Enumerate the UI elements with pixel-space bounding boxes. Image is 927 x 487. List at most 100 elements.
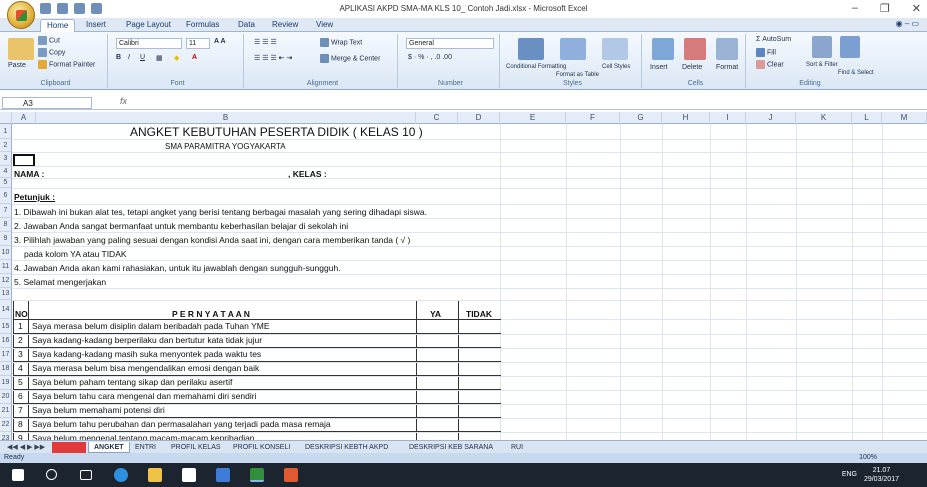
sheet-tab-deskripsi-kebth[interactable]: DESKRIPSI KEBTH AKPD xyxy=(300,442,393,453)
row-header[interactable]: 21 xyxy=(0,404,12,418)
clear-button[interactable]: Clear xyxy=(756,60,784,69)
align-top-icon[interactable]: ☰ ☰ ☰ xyxy=(254,38,277,46)
format-button[interactable]: Format xyxy=(716,64,738,71)
tab-data[interactable]: Data xyxy=(232,19,261,32)
row-header[interactable]: 8 xyxy=(0,218,12,232)
row-header[interactable]: 4 xyxy=(0,166,12,178)
answer-cell-ya[interactable] xyxy=(417,432,458,440)
column-header[interactable]: G xyxy=(620,112,662,124)
fx-icon[interactable]: fx xyxy=(120,96,127,106)
autosum-button[interactable]: Σ AutoSum xyxy=(756,36,791,43)
photos-icon[interactable] xyxy=(216,468,230,482)
column-header[interactable]: I xyxy=(710,112,746,124)
answer-cell-tidak[interactable] xyxy=(459,376,500,389)
column-header[interactable]: E xyxy=(500,112,566,124)
row-header[interactable]: 14 xyxy=(0,300,12,319)
column-header[interactable]: F xyxy=(566,112,620,124)
format-table-icon[interactable] xyxy=(560,38,586,60)
sheet-nav-arrows[interactable]: ◀◀ ◀ ▶ ▶▶ xyxy=(2,442,50,453)
row-header[interactable]: 15 xyxy=(0,319,12,334)
delete-cells-icon[interactable] xyxy=(684,38,706,60)
sort-filter-button[interactable]: Sort & Filter xyxy=(806,62,838,68)
sheet-tab-red[interactable] xyxy=(52,442,86,453)
answer-cell-tidak[interactable] xyxy=(459,334,500,347)
sheet-tab-profil-konseli[interactable]: PROFIL KONSELI xyxy=(228,442,295,453)
number-format-select[interactable]: General xyxy=(406,38,494,49)
row-header[interactable]: 10 xyxy=(0,246,12,260)
find-select-button[interactable]: Find & Select xyxy=(838,70,874,76)
delete-button[interactable]: Delete xyxy=(682,64,702,71)
select-all-corner[interactable] xyxy=(0,112,12,124)
cell-styles-icon[interactable] xyxy=(602,38,628,60)
answer-cell-ya[interactable] xyxy=(417,362,458,375)
merge-center-button[interactable]: Merge & Center xyxy=(320,54,380,63)
search-icon[interactable] xyxy=(46,469,57,480)
answer-cell-ya[interactable] xyxy=(417,376,458,389)
tab-home[interactable]: Home xyxy=(40,19,76,32)
edge-icon[interactable] xyxy=(114,468,128,482)
font-color-icon[interactable]: A xyxy=(192,54,197,61)
sheet-tab-entri[interactable]: ENTRI xyxy=(130,442,161,453)
format-painter-button[interactable]: Format Painter xyxy=(38,60,95,69)
column-header[interactable]: H xyxy=(662,112,710,124)
sheet-tab-deskripsi-sarana[interactable]: DESKRIPSI KEB SARANA xyxy=(404,442,498,453)
column-header[interactable]: K xyxy=(796,112,852,124)
find-icon[interactable] xyxy=(840,36,860,58)
italic-button[interactable]: I xyxy=(128,54,130,61)
format-cells-icon[interactable] xyxy=(716,38,738,60)
answer-cell-tidak[interactable] xyxy=(459,320,500,333)
row-header[interactable]: 23 xyxy=(0,432,12,440)
sheet-tab-profil-kelas[interactable]: PROFIL KELAS xyxy=(166,442,226,453)
zoom-level[interactable]: 100% xyxy=(859,453,877,463)
row-header[interactable]: 3 xyxy=(0,152,12,166)
paste-icon[interactable] xyxy=(8,38,34,60)
answer-cell-tidak[interactable] xyxy=(459,348,500,361)
answer-cell-tidak[interactable] xyxy=(459,418,500,431)
column-header[interactable]: A xyxy=(12,112,36,124)
font-name-select[interactable]: Calibri xyxy=(116,38,182,49)
excel-icon[interactable] xyxy=(250,468,264,482)
insert-button[interactable]: Insert xyxy=(650,64,668,71)
answer-cell-tidak[interactable] xyxy=(459,362,500,375)
fill-button[interactable]: Fill xyxy=(756,48,776,57)
column-header[interactable]: J xyxy=(746,112,796,124)
cell-styles-button[interactable]: Cell Styles xyxy=(602,64,630,70)
answer-cell-ya[interactable] xyxy=(417,334,458,347)
sort-filter-icon[interactable] xyxy=(812,36,832,58)
clock[interactable]: 21.07 29/03/2017 xyxy=(864,466,899,484)
currency-icon[interactable]: $ · % · , .0 .00 xyxy=(408,54,452,61)
sheet-tab-angket[interactable]: ANGKET xyxy=(88,442,130,453)
answer-cell-ya[interactable] xyxy=(417,348,458,361)
language-indicator[interactable]: ENG xyxy=(842,471,857,478)
answer-cell-tidak[interactable] xyxy=(459,404,500,417)
row-header[interactable]: 20 xyxy=(0,390,12,404)
row-header[interactable]: 11 xyxy=(0,260,12,274)
tab-review[interactable]: Review xyxy=(266,19,304,32)
help-icon[interactable]: ◉ – ▭ xyxy=(896,19,919,28)
windows-start-icon[interactable] xyxy=(12,469,24,481)
conditional-formatting-button[interactable]: Conditional Formatting xyxy=(506,64,566,70)
row-header[interactable]: 17 xyxy=(0,348,12,362)
minimize-button[interactable]: – xyxy=(852,2,858,15)
tab-formulas[interactable]: Formulas xyxy=(180,19,225,32)
office-button[interactable] xyxy=(7,1,35,29)
grow-font-button[interactable]: A A xyxy=(214,38,226,45)
borders-icon[interactable]: ▦ xyxy=(156,54,163,62)
row-header[interactable]: 12 xyxy=(0,274,12,288)
row-header[interactable]: 6 xyxy=(0,188,12,204)
row-header[interactable]: 22 xyxy=(0,418,12,432)
store-icon[interactable] xyxy=(182,468,196,482)
row-header[interactable]: 1 xyxy=(0,124,12,139)
sheet-tab-rui[interactable]: RUI xyxy=(506,442,528,453)
row-header[interactable]: 9 xyxy=(0,232,12,246)
row-header[interactable]: 2 xyxy=(0,139,12,152)
column-header[interactable]: B xyxy=(36,112,416,124)
column-header[interactable]: M xyxy=(882,112,927,124)
close-button[interactable]: ✕ xyxy=(912,2,921,15)
file-explorer-icon[interactable] xyxy=(148,468,162,482)
worksheet[interactable]: A B C D E F G H I J K L M 1 2 3 4 5 6 7 8 9 10 11 1… xyxy=(0,112,927,440)
row-header[interactable]: 7 xyxy=(0,204,12,218)
row-header[interactable]: 5 xyxy=(0,178,12,188)
fill-color-icon[interactable]: ◆ xyxy=(174,54,179,62)
tab-view[interactable]: View xyxy=(310,19,339,32)
